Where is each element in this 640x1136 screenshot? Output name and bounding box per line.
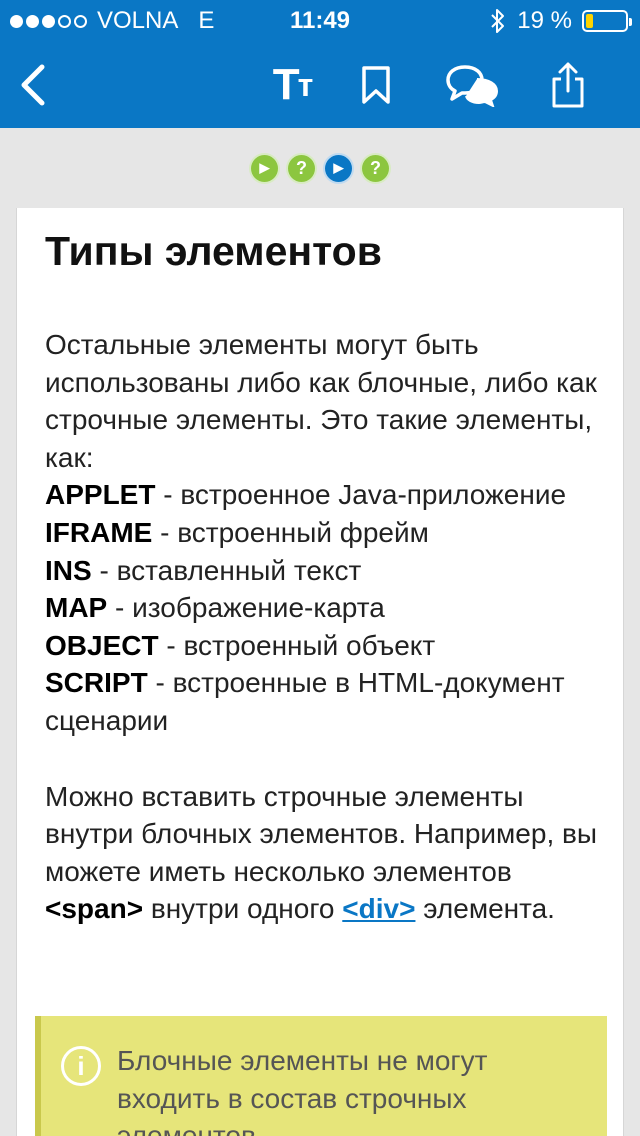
element-list-item: IFRAME - встроенный фрейм [45, 514, 605, 552]
element-term: APPLET [45, 479, 156, 511]
battery-percent: 19 % [517, 7, 572, 34]
battery-icon [582, 10, 632, 32]
div-tag-link[interactable]: <div> [342, 893, 415, 924]
element-list-item: SCRIPT - встроенные в HTML-документ сцен… [45, 664, 605, 739]
element-list-item: MAP - изображение-карта [45, 589, 605, 627]
note-text: Блочные элементы не могут входить в сост… [117, 1045, 488, 1136]
lesson-progress: ▶? ▶? [0, 128, 640, 208]
font-size-small-t: т [297, 66, 314, 103]
article-body: Остальные элементы могут быть использова… [45, 326, 605, 928]
lesson-step-2[interactable]: ? [288, 154, 315, 182]
comments-button[interactable] [438, 42, 508, 128]
element-desc: - встроенный объект [158, 629, 436, 661]
para2-end: элемента. [415, 893, 555, 925]
back-chevron-icon [21, 64, 45, 106]
bookmark-icon [362, 66, 390, 104]
element-term: OBJECT [45, 629, 159, 661]
top-bar: VOLNA E 11:49 19 % Tт [0, 0, 640, 128]
element-list-item: APPLET - встроенное Java-приложение [45, 476, 605, 514]
element-desc: - изображение-карта [107, 592, 385, 624]
lesson-step-3[interactable]: ▶ [325, 154, 352, 182]
share-button[interactable] [538, 42, 598, 128]
info-icon: i [61, 1046, 101, 1086]
font-size-large-t: T [272, 60, 300, 109]
span-tag: <span> [45, 893, 144, 925]
intro-paragraph: Остальные элементы могут быть использова… [45, 329, 597, 473]
info-note: i Блочные элементы не могут входить в со… [35, 1016, 607, 1136]
para2-text: Можно вставить строчные элементы внутри … [45, 780, 598, 887]
share-icon [552, 62, 584, 108]
element-desc: - вставленный текст [91, 554, 362, 586]
element-list: APPLET - встроенное Java-приложение IFRAM… [45, 476, 605, 739]
lesson-step-1[interactable]: ▶ [251, 154, 278, 182]
second-paragraph: Можно вставить строчные элементы внутри … [45, 778, 605, 928]
element-term: MAP [45, 592, 108, 624]
back-button[interactable] [8, 42, 58, 128]
element-list-item: INS - вставленный текст [45, 552, 605, 590]
content-card: Типы элементов Остальные элементы могут … [16, 208, 624, 1136]
element-term: SCRIPT [45, 667, 148, 699]
element-desc: - встроенное Java-приложение [155, 479, 567, 511]
bookmark-button[interactable] [348, 42, 404, 128]
nav-bar: Tт [0, 42, 640, 128]
element-desc: - встроенный фрейм [152, 516, 429, 548]
status-right: 19 % [489, 0, 632, 42]
lesson-steps: ▶? ▶? [0, 128, 640, 208]
page-title: Типы элементов [45, 228, 382, 274]
element-term: INS [45, 554, 92, 586]
comments-icon [446, 65, 499, 107]
font-size-button[interactable]: Tт [252, 42, 332, 128]
element-term: IFRAME [45, 516, 153, 548]
bluetooth-icon [491, 9, 505, 33]
lesson-step-4[interactable]: ? [362, 154, 389, 182]
element-list-item: OBJECT - встроенный объект [45, 627, 605, 665]
para2-middle: внутри одного [143, 893, 343, 925]
status-bar: VOLNA E 11:49 19 % [0, 0, 640, 42]
